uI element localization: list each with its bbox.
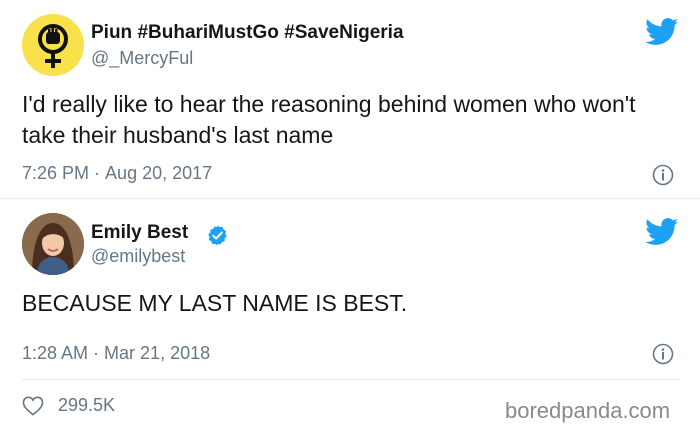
tweet-time: 7:26 PM <box>22 163 90 183</box>
tweet-card-1: Piun #BuhariMustGo #SaveNigeria @_MercyF… <box>0 0 700 199</box>
avatar[interactable] <box>22 213 84 275</box>
tweet-text: BECAUSE MY LAST NAME IS BEST. <box>22 290 408 316</box>
like-button[interactable]: 299.5K <box>22 395 115 416</box>
separator-dot: · <box>94 163 101 183</box>
tweet-divider <box>22 379 680 380</box>
like-count: 299.5K <box>58 395 116 415</box>
user-handle[interactable]: @_MercyFul <box>91 48 193 69</box>
feminist-fist-symbol-icon <box>22 14 84 76</box>
profile-photo-woman <box>22 213 84 275</box>
user-handle[interactable]: @emilybest <box>91 246 185 267</box>
separator-dot: · <box>93 343 100 363</box>
twitter-bird-icon[interactable] <box>645 218 679 246</box>
tweet-time: 1:28 AM <box>22 343 89 363</box>
info-icon[interactable] <box>652 164 674 186</box>
info-icon[interactable] <box>652 343 674 365</box>
tweet-timestamp[interactable]: 1:28 AM · Mar 21, 2018 <box>22 343 210 364</box>
display-name[interactable]: Emily Best <box>91 222 188 244</box>
twitter-bird-icon[interactable] <box>645 18 679 46</box>
avatar[interactable] <box>22 14 84 76</box>
verified-badge-icon <box>208 225 227 246</box>
tweet-text: I'd really like to hear the reasoning be… <box>22 91 636 148</box>
watermark: boredpanda.com <box>505 398 671 423</box>
tweet-date: Aug 20, 2017 <box>105 163 213 183</box>
display-name[interactable]: Piun #BuhariMustGo #SaveNigeria <box>91 22 404 44</box>
tweet-date: Mar 21, 2018 <box>104 343 211 363</box>
tweet-timestamp[interactable]: 7:26 PM · Aug 20, 2017 <box>22 163 212 184</box>
heart-icon <box>22 396 44 416</box>
